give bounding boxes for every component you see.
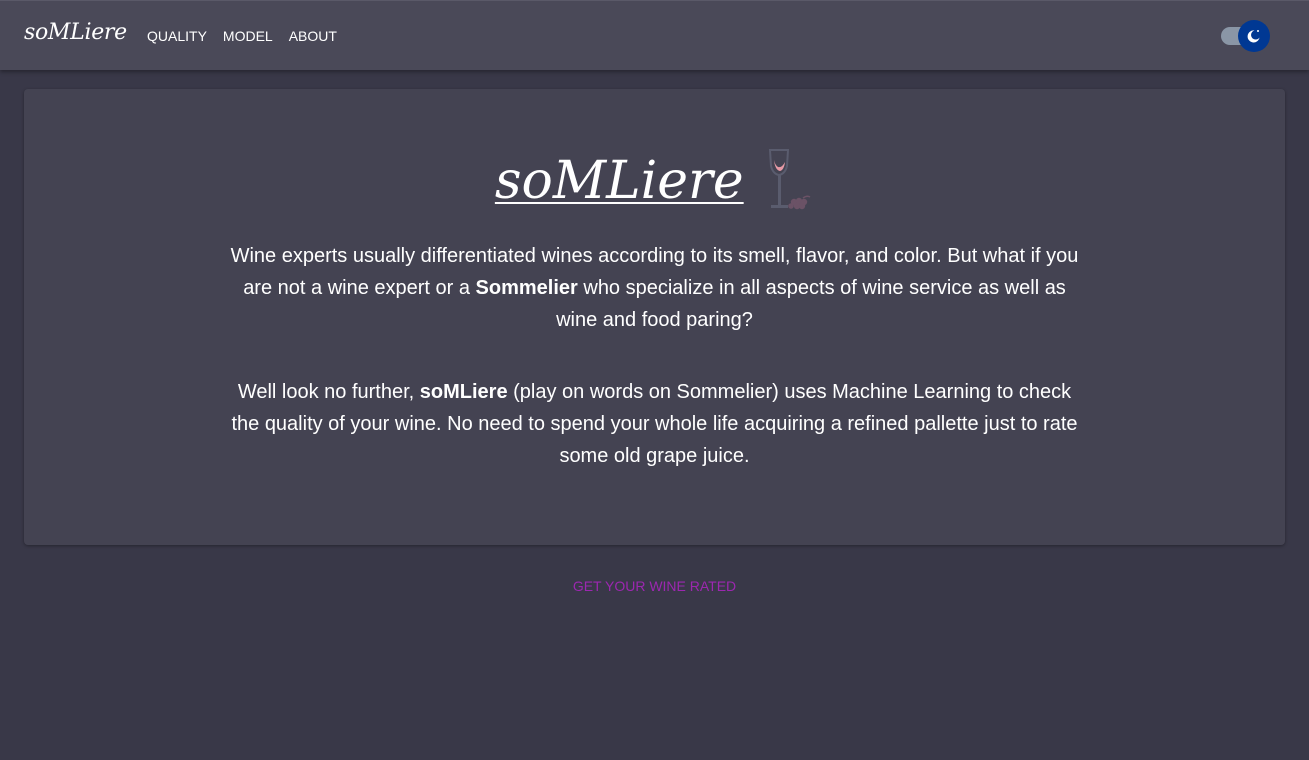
intro-paragraph-1: Wine experts usually differentiated wine… [230,245,1079,331]
brand-logo[interactable]: soMLiere [24,20,127,45]
wine-glass-icon [769,149,811,210]
nav-link-quality[interactable]: QUALITY [147,28,207,44]
nav-link-model[interactable]: MODEL [223,28,273,44]
hero-title-row: soMLiere [0,148,1309,218]
intro-paragraph-2: Well look no further, soMLiere (play on … [231,381,1078,467]
nav-links: QUALITY MODEL ABOUT [147,28,337,44]
hero-title: soMLiere [494,151,744,211]
toggle-thumb [1238,20,1270,52]
nav-link-about[interactable]: ABOUT [289,28,337,44]
get-wine-rated-button[interactable]: GET YOUR WINE RATED [0,578,1309,594]
moon-icon [1247,30,1260,43]
theme-toggle[interactable] [1220,19,1272,53]
somliere-bold: soMLiere [419,381,508,403]
top-navbar: soMLiere QUALITY MODEL ABOUT [0,0,1309,70]
sommelier-bold: Sommelier [475,277,578,299]
